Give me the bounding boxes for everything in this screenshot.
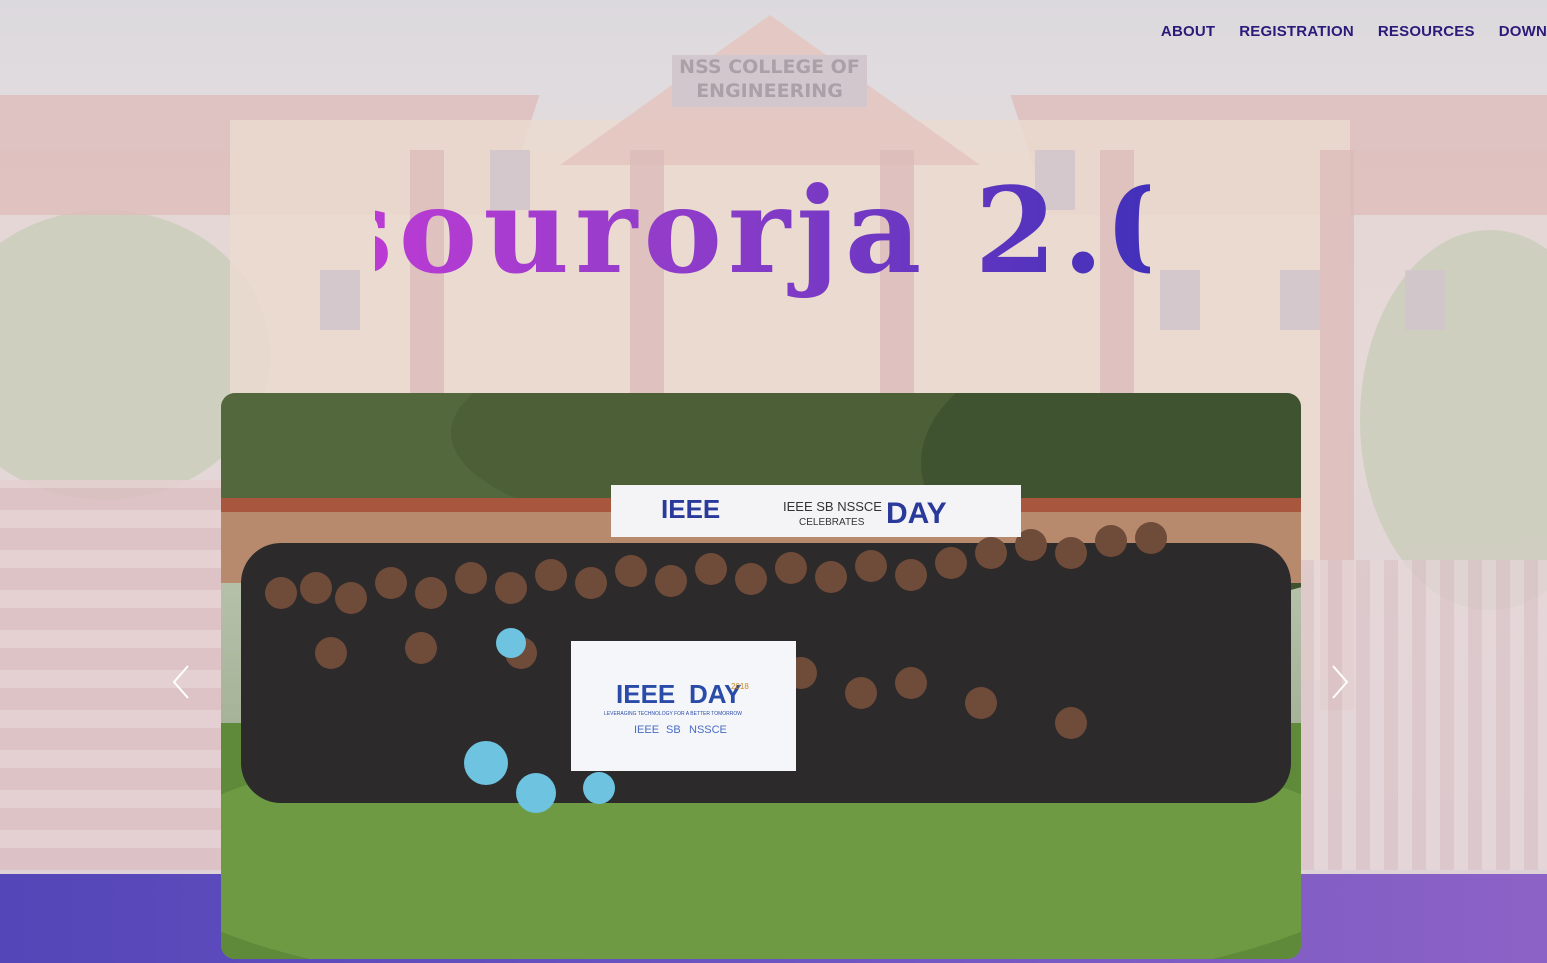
sourorja-logo: sourorja 2.0 (375, 161, 1150, 300)
carousel-prev-button[interactable] (168, 662, 198, 702)
banner-ieee: IEEE (661, 494, 720, 524)
center-banner-nssce: NSSCE (689, 724, 727, 736)
center-banner-sb: SB (666, 724, 681, 736)
nav-registration[interactable]: REGISTRATION (1239, 22, 1354, 42)
nav-about[interactable]: ABOUT (1161, 22, 1215, 42)
chevron-left-icon (172, 665, 189, 699)
main-nav: ABOUT REGISTRATION RESOURCES DOWN (1161, 22, 1547, 42)
center-banner-tagline: LEVERAGING TECHNOLOGY FOR A BETTER TOMOR… (604, 711, 742, 717)
banner-day: DAY (886, 497, 947, 530)
banner-celebrates: CELEBRATES (799, 517, 865, 528)
carousel-next-button[interactable] (1325, 662, 1355, 702)
logo-text: sourorja 2.0 (375, 161, 1150, 300)
nav-resources[interactable]: RESOURCES (1378, 22, 1475, 42)
nav-downloads[interactable]: DOWN (1499, 22, 1547, 42)
center-banner-year: 2018 (731, 682, 749, 691)
image-carousel[interactable]: IEEE IEEE SB NSSCE CELEBRATES DAY IEEE D… (221, 393, 1301, 959)
chevron-right-icon (1332, 665, 1349, 699)
slide-group-photo: IEEE IEEE SB NSSCE CELEBRATES DAY IEEE D… (221, 393, 1301, 959)
center-banner-ieee: IEEE (616, 679, 675, 709)
banner-sb: IEEE SB NSSCE (783, 499, 882, 514)
center-banner-ieee-small: IEEE (634, 724, 659, 736)
